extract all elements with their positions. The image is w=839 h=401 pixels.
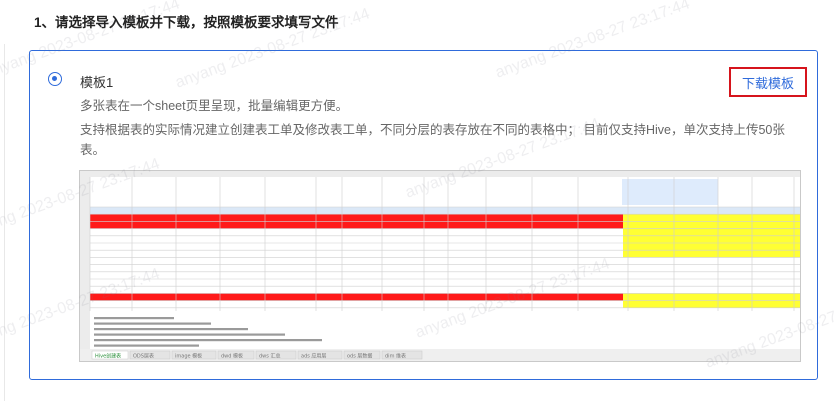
template-description-line1: 多张表在一个sheet页里呈现，批量编辑更方便。	[80, 99, 349, 113]
sheet-red-row	[90, 293, 623, 301]
divider	[4, 44, 5, 401]
template-preview-image: Hive创建表 ODS层表 image 模板 dwd 模板 dws 汇总 ads 应用层 o…	[79, 170, 801, 362]
sheet-yellow-cell	[623, 235, 800, 243]
sheet-header-row	[90, 207, 800, 215]
template-radio[interactable]	[48, 72, 62, 86]
sheet-tab-label: Hive创建表	[95, 353, 121, 360]
sheet-row-header	[80, 171, 90, 361]
sheet-yellow-cell	[623, 250, 800, 258]
template-name: 模板1	[80, 75, 114, 90]
sheet-column-header	[80, 171, 800, 177]
sheet-note-line	[94, 322, 211, 325]
step-title: 1、请选择导入模板并下载，按照模板要求填写文件	[34, 15, 339, 30]
sheet-tab-label: ods 层数据	[347, 353, 372, 360]
radio-dot	[52, 76, 57, 81]
spreadsheet-preview: Hive创建表 ODS层表 image 模板 dwd 模板 dws 汇总 ads 应用层 o…	[80, 171, 800, 361]
sheet-yellow-cell	[623, 228, 800, 236]
sheet-yellow-cell	[623, 293, 800, 301]
sheet-tab-label: ODS层表	[133, 353, 154, 360]
sheet-yellow-cell	[623, 243, 800, 251]
sheet-tab-label: dwd 模板	[221, 353, 243, 360]
download-template-link[interactable]: 下载模板	[729, 67, 807, 97]
sheet-red-row	[90, 221, 623, 229]
sheet-note-line	[94, 333, 285, 336]
sheet-yellow-cell	[623, 221, 800, 229]
sheet-red-row	[90, 214, 623, 222]
sheet-note-line	[94, 317, 174, 320]
sheet-selection	[622, 179, 718, 205]
sheet-tab-label: image 模板	[175, 353, 202, 360]
template-description-line2: 支持根据表的实际情况建立创建表工单及修改表工单，不同分层的表存放在不同的表格中；…	[80, 123, 785, 157]
sheet-yellow-cell	[623, 300, 800, 308]
sheet-note-line	[94, 339, 322, 342]
sheet-tab-label: dim 维表	[385, 353, 406, 360]
sheet-yellow-cell	[623, 214, 800, 222]
sheet-tab-label: ads 应用层	[301, 353, 326, 360]
sheet-tab-label: dws 汇总	[259, 353, 280, 360]
sheet-note-line	[94, 328, 248, 331]
sheet-note-line	[94, 344, 199, 347]
